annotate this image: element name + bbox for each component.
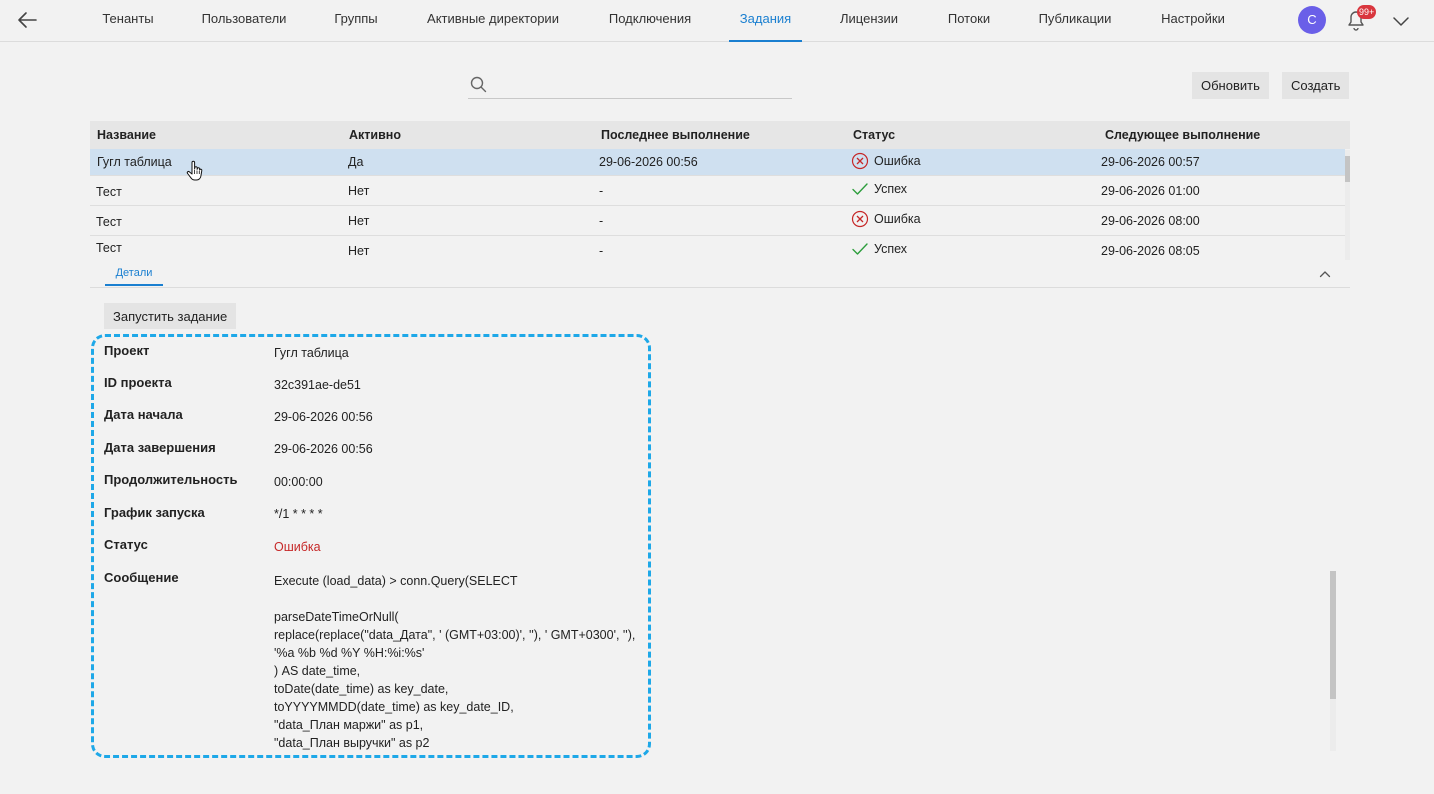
run-job-button[interactable]: Запустить задание [104, 303, 237, 329]
cell-active: Да [348, 155, 364, 169]
cell-active: Нет [348, 214, 370, 228]
cell-active: Нет [348, 184, 370, 198]
cell-status: Ошибка [851, 210, 921, 228]
tab-divider [90, 287, 1350, 288]
cell-status: Успех [851, 240, 907, 258]
field-value-schedule: */1 * * * * [274, 507, 323, 521]
search-icon [470, 76, 487, 93]
header-status[interactable]: Статус [853, 128, 895, 142]
field-label-status: Статус [104, 537, 148, 552]
field-label-project-id: ID проекта [104, 375, 172, 390]
table-row[interactable]: Тест Нет - Успех 29-06-2026 08:05 [90, 236, 1345, 266]
status-text: Ошибка [874, 212, 921, 226]
header-name[interactable]: Название [97, 128, 156, 142]
cell-status: Ошибка [851, 152, 921, 170]
nav-connections[interactable]: Подключения [602, 0, 698, 42]
nav-users[interactable]: Пользователи [196, 0, 292, 42]
field-value-project-id: 32c391ae-de51 [274, 378, 361, 392]
field-label-schedule: График запуска [104, 505, 205, 520]
nav-active-directories[interactable]: Активные директории [420, 0, 566, 42]
cell-last-run: - [599, 214, 604, 228]
scrollbar-thumb[interactable] [1330, 571, 1336, 699]
field-value-project: Гугл таблица [274, 346, 349, 360]
status-text: Успех [874, 182, 908, 196]
checkmark-icon [852, 243, 868, 255]
error-message-text: Execute (load_data) > conn.Query(SELECT … [274, 574, 636, 750]
nav-settings[interactable]: Настройки [1154, 0, 1232, 42]
chevron-down-icon[interactable] [1392, 12, 1410, 30]
cell-name: Тест [96, 241, 122, 255]
field-label-project: Проект [104, 343, 150, 358]
cell-last-run: - [599, 184, 604, 198]
error-icon [851, 152, 869, 170]
nav-groups[interactable]: Группы [328, 0, 384, 42]
status-text: Успех [874, 242, 908, 256]
tab-details[interactable]: Детали [105, 262, 163, 286]
error-icon [851, 210, 869, 228]
cell-last-run: 29-06-2026 00:56 [599, 155, 698, 169]
nav-flows[interactable]: Потоки [940, 0, 998, 42]
chevron-up-icon[interactable] [1318, 267, 1332, 281]
table-header: Название Активно Последнее выполнение Ст… [90, 121, 1350, 149]
cell-next-run: 29-06-2026 08:00 [1101, 214, 1200, 228]
cell-next-run: 29-06-2026 00:57 [1101, 155, 1200, 169]
header-next-run[interactable]: Следующее выполнение [1105, 128, 1260, 142]
cell-next-run: 29-06-2026 08:05 [1101, 244, 1200, 258]
cell-name: Гугл таблица [97, 155, 172, 169]
cell-last-run: - [599, 244, 604, 258]
nav-licenses[interactable]: Лицензии [834, 0, 904, 42]
notification-badge: 99+ [1357, 5, 1377, 19]
cell-status: Успех [851, 180, 907, 198]
table-row[interactable]: Гугл таблица Да 29-06-2026 00:56 Ошибка … [90, 149, 1345, 176]
field-value-end-date: 29-06-2026 00:56 [274, 442, 373, 456]
field-value-duration: 00:00:00 [274, 475, 323, 489]
table-row[interactable]: Тест Нет - Ошибка 29-06-2026 08:00 [90, 206, 1345, 236]
cell-name: Тест [96, 215, 122, 229]
header-last-run[interactable]: Последнее выполнение [601, 128, 750, 142]
search-input[interactable] [494, 73, 788, 95]
checkmark-icon [852, 183, 868, 195]
status-text: Ошибка [874, 154, 921, 168]
field-label-message: Сообщение [104, 570, 179, 585]
nav-publications[interactable]: Публикации [1033, 0, 1117, 42]
nav-jobs[interactable]: Задания [729, 0, 802, 42]
create-button[interactable]: Создать [1282, 72, 1350, 99]
header-active[interactable]: Активно [349, 128, 401, 142]
nav-tenants[interactable]: Тенанты [96, 0, 160, 42]
cell-active: Нет [348, 244, 370, 258]
field-label-end-date: Дата завершения [104, 440, 216, 455]
table-row[interactable]: Тест Нет - Успех 29-06-2026 01:00 [90, 176, 1345, 206]
cell-next-run: 29-06-2026 01:00 [1101, 184, 1200, 198]
field-value-start-date: 29-06-2026 00:56 [274, 410, 373, 424]
arrow-left-icon[interactable] [16, 8, 40, 32]
scrollbar-thumb[interactable] [1345, 156, 1350, 182]
cell-name: Тест [96, 185, 122, 199]
field-value-status: Ошибка [274, 540, 321, 554]
field-label-duration: Продолжительность [104, 472, 238, 487]
avatar[interactable]: С [1298, 6, 1326, 34]
refresh-button[interactable]: Обновить [1192, 72, 1269, 99]
top-navigation: Тенанты Пользователи Группы Активные дир… [0, 0, 1434, 42]
table-scrollbar[interactable] [1345, 150, 1350, 260]
search-box [468, 71, 792, 99]
field-label-start-date: Дата начала [104, 407, 183, 422]
details-scrollbar[interactable] [1330, 571, 1336, 751]
hand-cursor-icon [186, 160, 203, 181]
